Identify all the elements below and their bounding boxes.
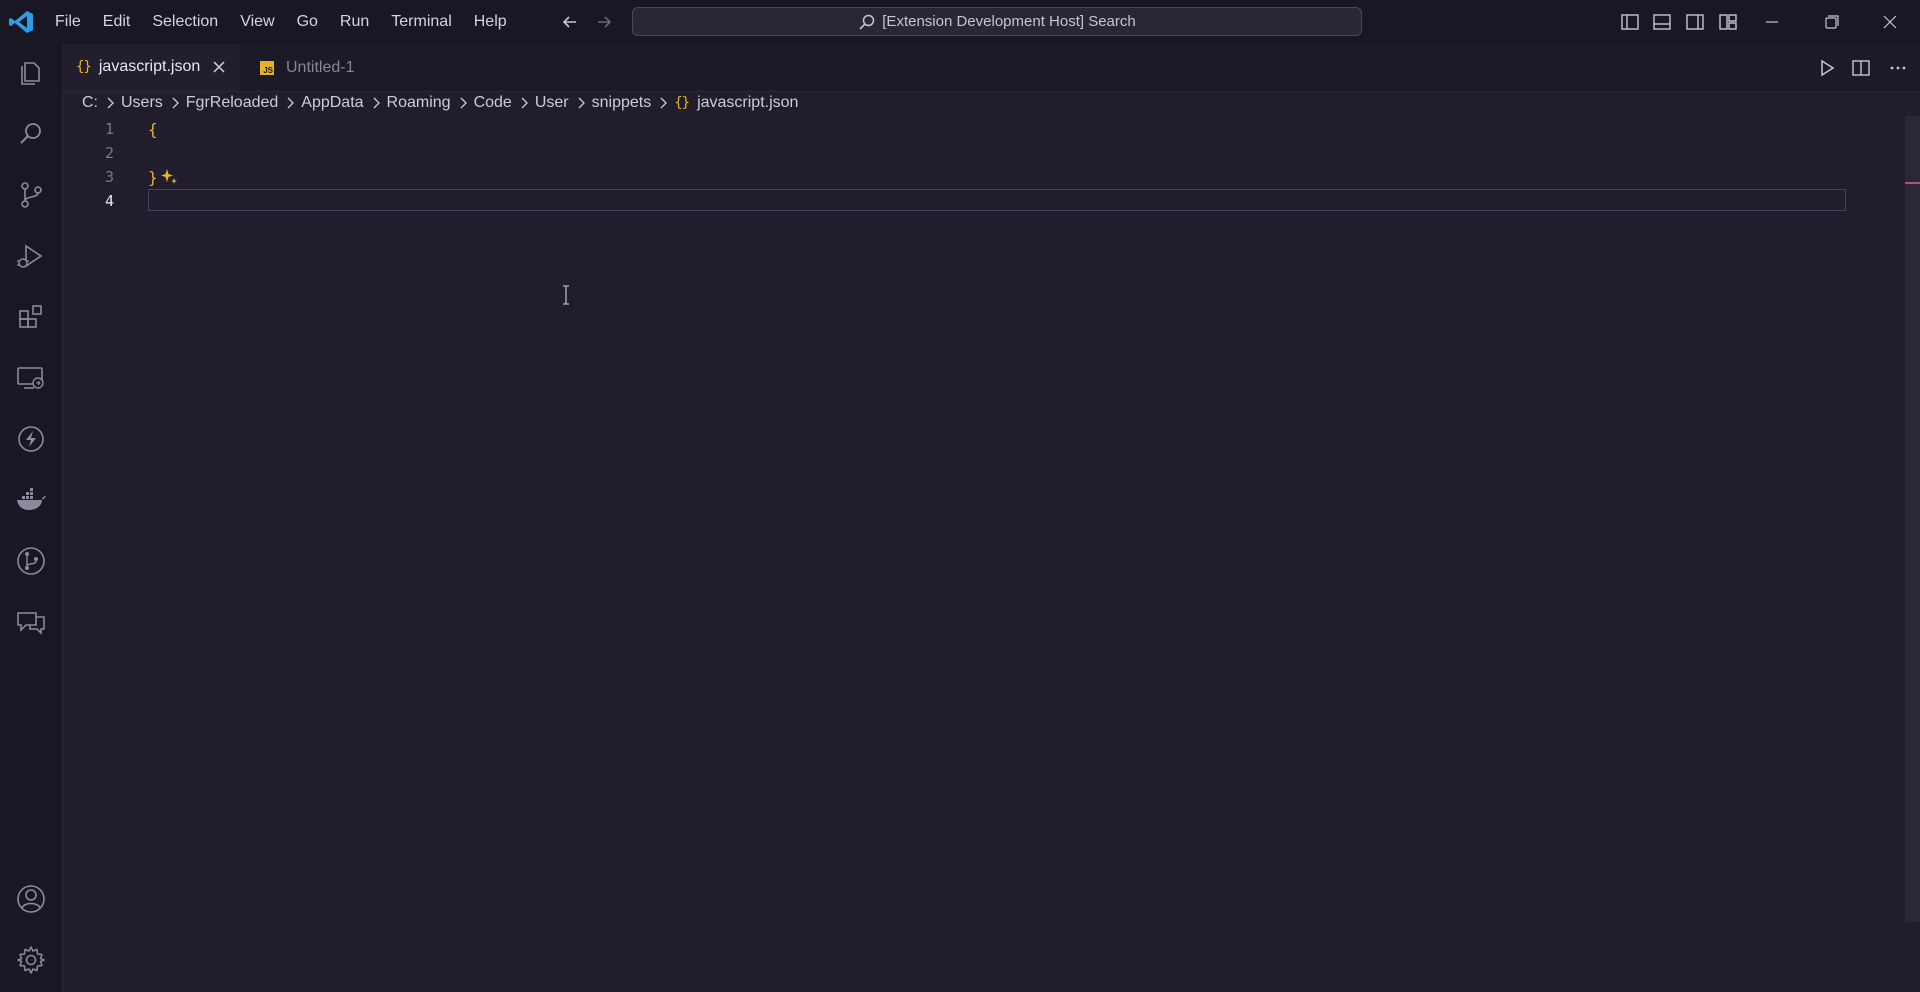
menu-selection[interactable]: Selection: [141, 0, 229, 44]
menu-view[interactable]: View: [229, 0, 285, 44]
breadcrumb-item[interactable]: C:: [82, 94, 98, 112]
account-icon[interactable]: [12, 880, 50, 918]
command-center-search[interactable]: [Extension Development Host] Search: [632, 7, 1362, 36]
toggle-secondary-sidebar-icon[interactable]: [1685, 12, 1705, 32]
menu-file[interactable]: File: [55, 0, 92, 44]
line-number: 4: [104, 192, 114, 210]
more-actions-icon[interactable]: [1888, 58, 1908, 78]
menu-run[interactable]: Run: [329, 0, 380, 44]
text-cursor-icon: [563, 285, 569, 305]
breadcrumb-item[interactable]: Roaming: [387, 94, 451, 112]
source-control-icon[interactable]: [12, 176, 50, 214]
git-graph-icon[interactable]: [12, 542, 50, 580]
overview-ruler-marker: [1905, 182, 1920, 184]
menu-terminal[interactable]: Terminal: [380, 0, 462, 44]
code-line: }: [148, 168, 158, 187]
remote-explorer-icon[interactable]: [12, 359, 50, 397]
line-number: 3: [104, 168, 114, 186]
close-window-icon[interactable]: [1878, 10, 1902, 34]
vscode-logo-icon: [8, 10, 34, 34]
chevron-right-icon: [373, 97, 380, 109]
breadcrumb-item[interactable]: AppData: [301, 94, 363, 112]
json-file-icon: {}: [76, 59, 92, 75]
search-icon[interactable]: [12, 115, 50, 153]
chevron-right-icon: [460, 97, 467, 109]
docker-icon[interactable]: [12, 481, 50, 519]
settings-gear-icon[interactable]: [12, 941, 50, 979]
menu-help[interactable]: Help: [463, 0, 518, 44]
editor-tab-bar: {} javascript.json JS Untitled-1: [62, 44, 1920, 92]
chevron-right-icon: [521, 97, 528, 109]
chevron-right-icon: [660, 97, 668, 109]
close-icon[interactable]: [212, 60, 226, 74]
line-number: 1: [104, 120, 114, 138]
current-line-highlight: [148, 189, 1846, 211]
line-number: 2: [104, 144, 114, 162]
breadcrumb-item[interactable]: Users: [121, 94, 163, 112]
menu-bar: File Edit Selection View Go Run Terminal…: [55, 0, 518, 44]
menu-go[interactable]: Go: [286, 0, 329, 44]
tab-label: javascript.json: [98, 58, 201, 75]
forward-arrow-icon[interactable]: [594, 12, 616, 32]
explorer-icon[interactable]: [12, 54, 50, 92]
command-center-label: [Extension Development Host] Search: [882, 13, 1136, 30]
run-debug-icon[interactable]: [12, 237, 50, 275]
toggle-primary-sidebar-icon[interactable]: [1620, 12, 1640, 32]
restore-icon[interactable]: [1820, 10, 1844, 34]
js-file-icon: JS: [260, 60, 274, 75]
vertical-scrollbar[interactable]: [1905, 116, 1920, 922]
title-bar: File Edit Selection View Go Run Terminal…: [0, 0, 1920, 44]
chevron-right-icon: [107, 97, 114, 109]
breadcrumb-item[interactable]: javascript.json: [697, 94, 798, 112]
minimize-icon[interactable]: [1760, 10, 1784, 34]
toggle-panel-icon[interactable]: [1652, 12, 1672, 32]
breadcrumb-item[interactable]: User: [535, 94, 569, 112]
code-editor[interactable]: 1 2 3 4 { }: [62, 116, 1920, 992]
tab-label: Untitled-1: [286, 58, 355, 76]
json-file-icon: {}: [674, 95, 690, 111]
chevron-right-icon: [172, 97, 179, 109]
chevron-right-icon: [287, 97, 295, 109]
run-icon[interactable]: [1817, 58, 1837, 78]
split-editor-icon[interactable]: [1851, 58, 1871, 78]
code-line: {: [148, 120, 158, 139]
tab-javascript-json[interactable]: {} javascript.json: [62, 44, 240, 91]
search-icon: [859, 14, 875, 30]
chevron-right-icon: [578, 97, 585, 109]
breadcrumb-item[interactable]: Code: [474, 94, 512, 112]
extensions-icon[interactable]: [12, 298, 50, 336]
breadcrumb-item[interactable]: snippets: [592, 94, 652, 112]
menu-edit[interactable]: Edit: [92, 0, 142, 44]
breadcrumb-item[interactable]: FgrReloaded: [186, 94, 279, 112]
lightning-icon[interactable]: [12, 420, 50, 458]
tab-untitled-1[interactable]: JS Untitled-1: [240, 44, 444, 91]
customize-layout-icon[interactable]: [1718, 12, 1738, 32]
sparkle-icon[interactable]: [158, 166, 180, 188]
chat-icon[interactable]: [12, 603, 50, 641]
back-arrow-icon[interactable]: [560, 12, 582, 32]
activity-bar: [0, 44, 63, 992]
breadcrumb: C: Users FgrReloaded AppData Roaming Cod…: [82, 92, 798, 114]
